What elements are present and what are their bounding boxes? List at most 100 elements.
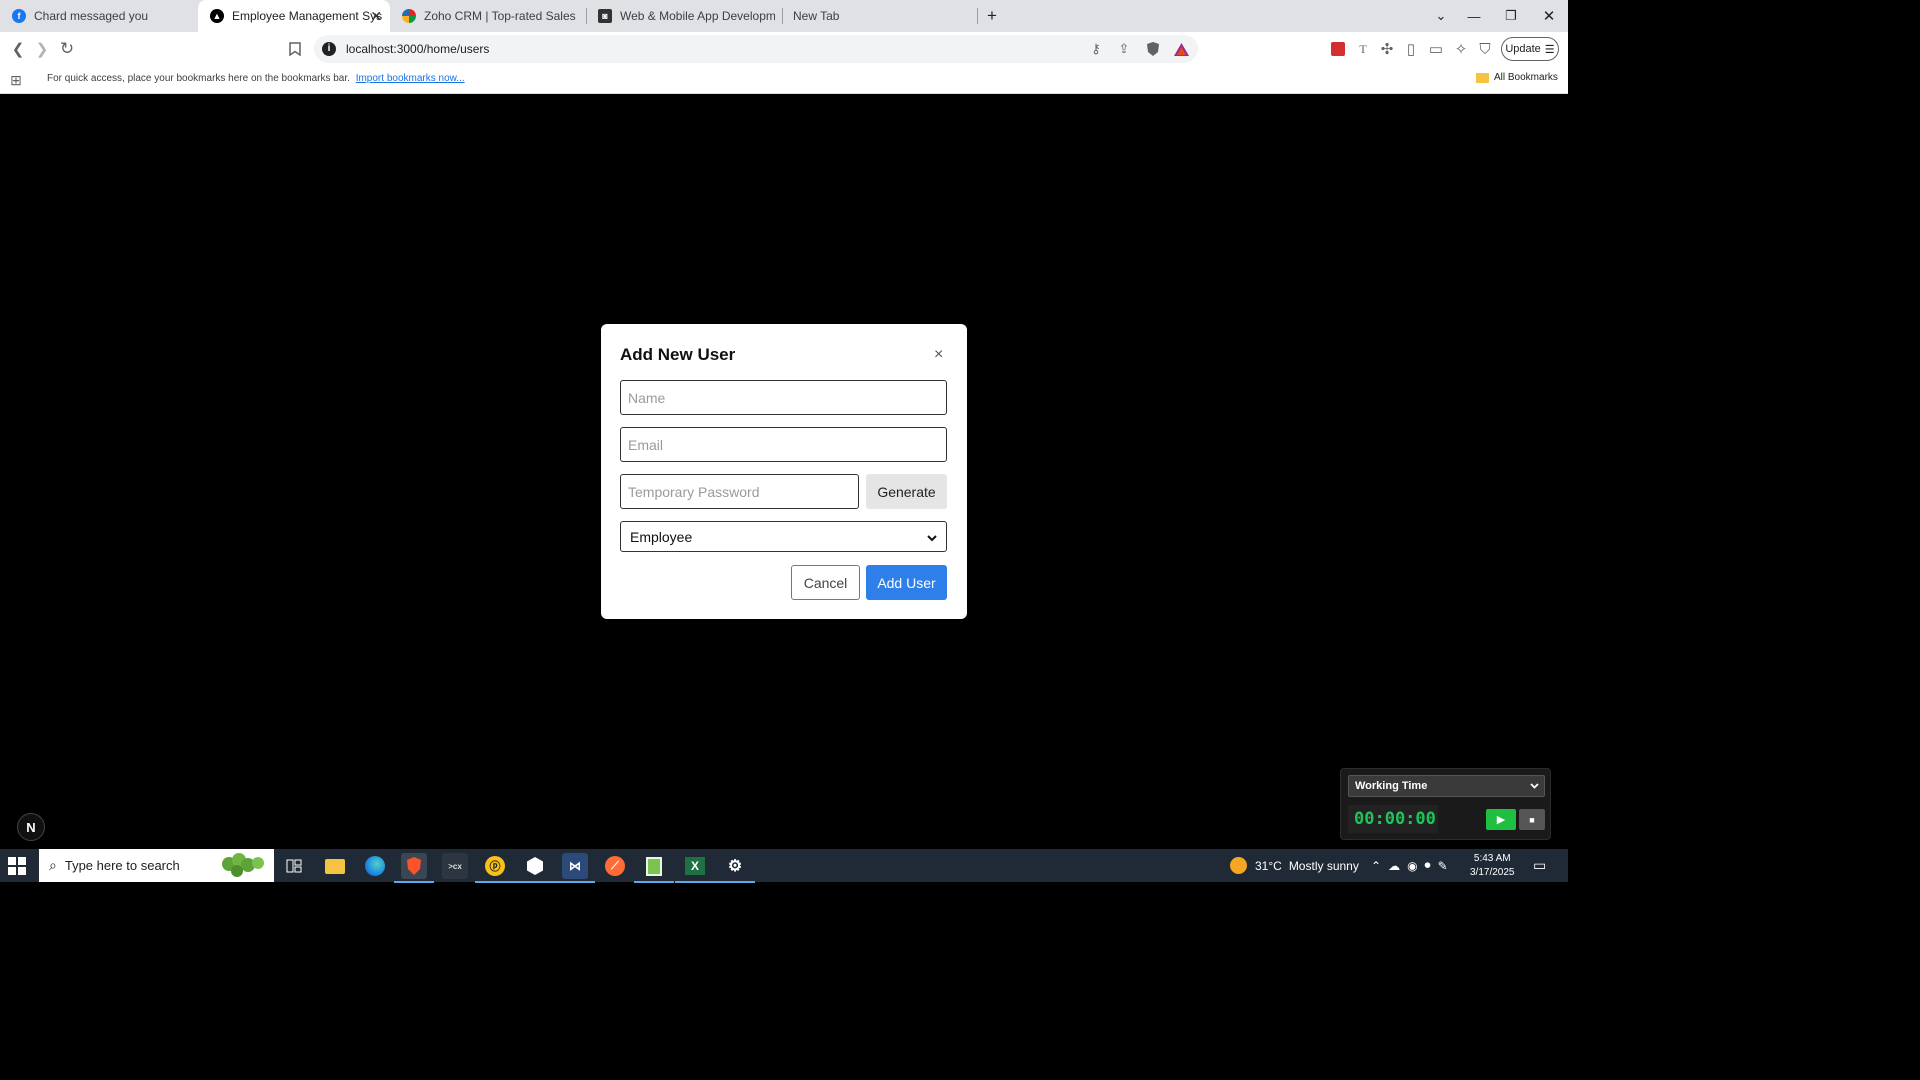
search-placeholder: Type here to search <box>64 858 180 873</box>
wallet-icon[interactable]: ▭ <box>1424 37 1448 61</box>
windows-taskbar: ⌕ Type here to search >cx ⓟ ⋈ ⟋ X ⚙ 31°C… <box>0 849 1568 883</box>
tab-web-mobile[interactable]: ◙ Web & Mobile App Development | C <box>586 0 782 32</box>
chevron-up-icon[interactable]: ⌃ <box>1371 859 1381 873</box>
chevron-down-icon <box>927 529 937 545</box>
weather-temperature: 31°C <box>1255 858 1282 873</box>
tab-new-tab[interactable]: New Tab <box>782 0 978 32</box>
minimize-icon[interactable]: — <box>1455 0 1493 32</box>
apps-grid-icon[interactable]: ⊞ <box>4 68 28 92</box>
nextjs-dev-badge[interactable]: N <box>17 813 45 841</box>
cancel-button[interactable]: Cancel <box>791 565 860 600</box>
back-icon[interactable]: ❮ <box>6 37 30 61</box>
tab-facebook[interactable]: f Chard messaged you <box>0 0 198 32</box>
file-explorer-icon[interactable] <box>322 853 348 879</box>
excel-icon[interactable]: X <box>675 853 715 883</box>
name-input[interactable] <box>620 380 947 415</box>
timer-mode-select[interactable]: Working Time <box>1348 775 1545 797</box>
stop-icon[interactable]: ■ <box>1519 809 1545 830</box>
nextjs-icon: ▲ <box>210 9 224 23</box>
notepad-icon[interactable] <box>634 853 674 883</box>
terminal-icon[interactable]: >cx <box>442 853 468 879</box>
bookmark-icon[interactable] <box>283 37 307 61</box>
close-tab-icon[interactable]: ✕ <box>370 8 382 25</box>
temporary-password-input[interactable] <box>620 474 859 509</box>
chevron-down-icon <box>1530 780 1539 792</box>
generate-password-button[interactable]: Generate <box>866 474 947 509</box>
folder-icon <box>1476 72 1489 83</box>
active-indicator <box>475 881 515 883</box>
weather-description: Mostly sunny <box>1288 858 1359 873</box>
update-button[interactable]: Update ☰ <box>1501 37 1559 61</box>
vpn-icon[interactable]: ⛉ <box>1473 37 1497 61</box>
vscode-icon[interactable]: ⋈ <box>555 853 595 883</box>
browser-toolbar: ❮ ❯ ↻ i localhost:3000/home/users ⚷ ⇪ T … <box>0 32 1568 66</box>
tab-strip: f Chard messaged you ▲ Employee Manageme… <box>0 0 1568 32</box>
edge-icon[interactable] <box>362 853 388 879</box>
site-info-icon[interactable]: i <box>322 42 336 56</box>
brave-shield-icon[interactable] <box>1145 41 1161 57</box>
sun-icon <box>1230 857 1247 874</box>
tab-title: Zoho CRM | Top-rated Sales CRM So <box>424 9 579 23</box>
active-indicator <box>634 881 674 883</box>
system-tray: ⌃ ☁ ◉ ⏺ ✎ <box>1371 849 1448 882</box>
site-icon: ◙ <box>598 9 612 23</box>
pen-icon[interactable]: ✎ <box>1438 859 1448 873</box>
facebook-icon: f <box>12 9 26 23</box>
bookmarks-bar: ⊞ For quick access, place your bookmarks… <box>0 66 1568 94</box>
active-indicator <box>555 881 595 883</box>
restore-icon[interactable]: ❐ <box>1492 0 1530 32</box>
add-user-button[interactable]: Add User <box>866 565 947 600</box>
webcam-icon[interactable]: ◉ <box>1407 859 1417 873</box>
tab-zoho-crm[interactable]: Zoho CRM | Top-rated Sales CRM So <box>390 0 586 32</box>
brave-rewards-icon[interactable] <box>1173 41 1189 57</box>
active-indicator <box>515 881 555 883</box>
task-view-icon[interactable] <box>281 853 307 879</box>
role-selected-value: Employee <box>630 528 693 545</box>
notifications-icon[interactable]: ▭ <box>1533 849 1546 882</box>
share-icon[interactable]: ⇪ <box>1116 41 1132 57</box>
password-key-icon[interactable]: ⚷ <box>1088 41 1104 57</box>
clock-time: 5:43 AM <box>1473 853 1511 864</box>
app-cube-icon[interactable] <box>515 853 555 883</box>
brave-icon[interactable] <box>394 853 434 883</box>
bookmarks-hint: For quick access, place your bookmarks h… <box>47 73 465 84</box>
address-bar[interactable]: i localhost:3000/home/users ⚷ ⇪ <box>314 35 1198 63</box>
tab-title: Employee Management System <box>232 9 382 23</box>
update-label: Update <box>1505 43 1541 55</box>
taskbar-clock[interactable]: 5:43 AM 3/17/2025 <box>1470 852 1515 880</box>
extensions-puzzle-icon[interactable]: ✣ <box>1375 37 1399 61</box>
postman-icon[interactable]: ⟋ <box>602 853 628 879</box>
onedrive-icon[interactable]: ☁ <box>1388 859 1400 873</box>
modal-title: Add New User <box>620 345 736 364</box>
weather-widget[interactable]: 31°C Mostly sunny <box>1230 849 1359 882</box>
forward-icon[interactable]: ❯ <box>30 37 54 61</box>
microphone-icon[interactable]: ⏺ <box>1425 858 1431 873</box>
new-tab-button[interactable]: + <box>973 0 1011 32</box>
extension-text-icon[interactable]: T <box>1351 37 1375 61</box>
zoho-icon <box>402 9 416 23</box>
active-indicator <box>675 881 715 883</box>
play-icon[interactable]: ▶ <box>1486 809 1516 830</box>
leo-ai-icon[interactable]: ✧ <box>1449 37 1473 61</box>
email-input[interactable] <box>620 427 947 462</box>
import-bookmarks-link[interactable]: Import bookmarks now... <box>356 73 465 84</box>
tab-title: New Tab <box>793 9 840 23</box>
close-icon[interactable]: × <box>934 346 943 364</box>
time-tracker-widget: Working Time 00:00:00 ▶ ■ <box>1340 768 1551 840</box>
shamrock-icon <box>222 853 264 877</box>
active-indicator <box>394 881 434 883</box>
active-indicator <box>715 881 755 883</box>
settings-gear-icon[interactable]: ⚙ <box>715 853 755 883</box>
sidebar-icon[interactable]: ▯ <box>1399 37 1423 61</box>
clock-date: 3/17/2025 <box>1470 867 1515 878</box>
reload-icon[interactable]: ↻ <box>55 37 79 61</box>
role-select[interactable]: Employee <box>620 521 947 552</box>
url-text[interactable]: localhost:3000/home/users <box>346 42 489 56</box>
all-bookmarks-button[interactable]: All Bookmarks <box>1476 72 1558 83</box>
extension-red-icon[interactable] <box>1326 37 1350 61</box>
add-user-modal: Add New User × Generate Employee Cancel … <box>601 324 967 619</box>
app-yellow-icon[interactable]: ⓟ <box>475 853 515 883</box>
window-close-icon[interactable]: ✕ <box>1530 0 1568 32</box>
windows-start-icon[interactable] <box>8 857 26 875</box>
tab-employee-management[interactable]: ▲ Employee Management System ✕ <box>198 0 390 32</box>
